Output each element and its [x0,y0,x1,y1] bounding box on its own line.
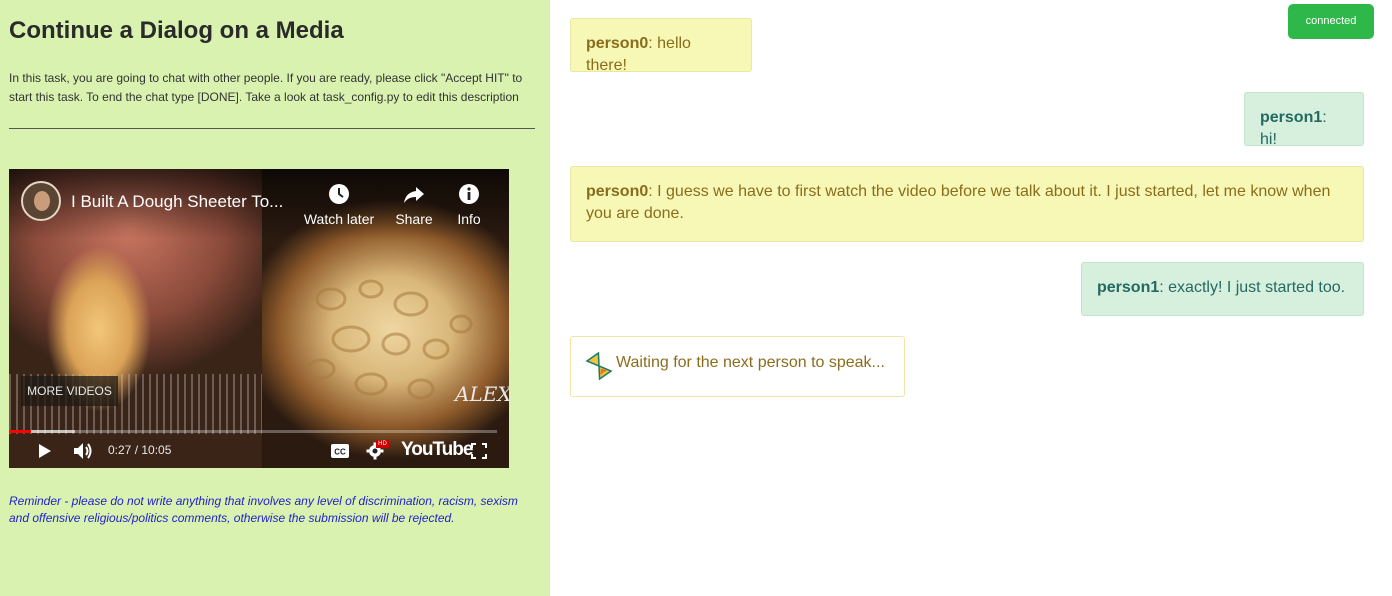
hourglass-icon [585,352,613,380]
clock-icon [329,184,349,204]
info-label: Info [457,211,481,227]
chat-message: person0: hello there! [570,18,752,74]
more-videos-button[interactable]: MORE VIDEOS [21,376,118,406]
video-progress-fill [9,430,31,433]
share-arrow-icon [404,187,424,203]
croissant-crumb-texture [306,279,473,400]
connection-status-badge: connected [1288,4,1374,39]
watch-later-button[interactable]: Watch later [302,183,376,227]
task-panel: Continue a Dialog on a Media In this tas… [0,0,550,596]
video-progress-bar[interactable] [9,430,497,433]
watch-later-label: Watch later [303,211,375,227]
message-speaker: person1 [1097,279,1160,296]
info-button[interactable]: Info [452,183,486,227]
hd-badge: HD [376,440,389,448]
volume-icon[interactable] [73,442,95,460]
info-icon [459,184,479,204]
channel-avatar[interactable] [21,181,61,221]
play-icon[interactable] [37,443,53,459]
video-title[interactable]: I Built A Dough Sheeter To... [71,192,283,212]
share-label: Share [395,211,433,227]
share-button[interactable]: Share [392,183,436,227]
video-watermark: ALEX [455,382,509,406]
youtube-logo[interactable]: YouTube [401,439,473,461]
message-speaker: person1 [1260,109,1323,126]
message-speaker: person0 [586,35,649,52]
video-time: 0:27 / 10:05 [108,443,172,457]
message-text: : I guess we have to first watch the vid… [586,183,1331,222]
waiting-indicator: Waiting for the next person to speak... [570,336,905,397]
fullscreen-icon[interactable] [471,443,487,459]
video-player[interactable]: ALEX I Built A Dough Sheeter To... Watch… [9,169,509,468]
task-title: Continue a Dialog on a Media [9,17,344,44]
message-speaker: person0 [586,183,649,200]
svg-text:CC: CC [334,448,346,457]
chat-message: person1: hi! [1244,92,1364,148]
message-text: : exactly! I just started too. [1159,279,1346,296]
captions-icon[interactable]: CC [330,443,350,459]
task-description: In this task, you are going to chat with… [9,71,523,104]
chat-message: person0: I guess we have to first watch … [570,166,1364,242]
chat-message: person1: exactly! I just started too. [1081,262,1364,316]
divider [9,128,535,129]
reminder-notice: Reminder - please do not write anything … [9,494,518,525]
waiting-text: Waiting for the next person to speak... [616,354,885,371]
